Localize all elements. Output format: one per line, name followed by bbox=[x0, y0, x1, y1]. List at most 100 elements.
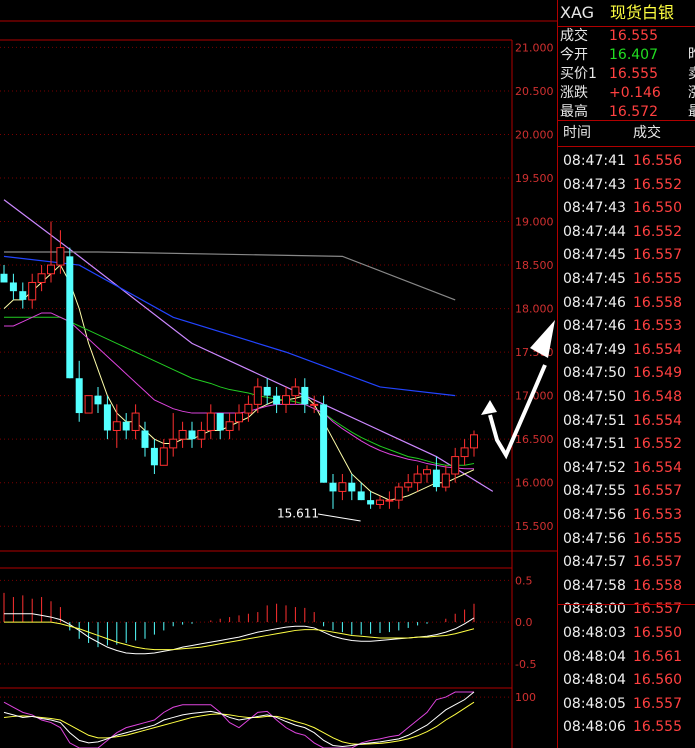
tick-time: 08:48:03 bbox=[563, 625, 626, 641]
macd-tick-label: 0.5 bbox=[515, 574, 533, 587]
quote-clipped-label: 卖 bbox=[688, 65, 695, 84]
tick-time: 08:47:45 bbox=[563, 247, 626, 264]
tick-row: 08:47:57 16.557 bbox=[557, 551, 695, 574]
quote-row: 今开 16.407 昨 bbox=[557, 46, 695, 65]
trend-line bbox=[3, 199, 494, 492]
candle-body bbox=[122, 421, 130, 431]
symbol-code: XAG bbox=[560, 3, 595, 22]
tick-row: 08:47:46 16.558 bbox=[557, 292, 695, 315]
quote-clipped-label: 涨 bbox=[688, 84, 695, 103]
candle-body bbox=[47, 264, 55, 275]
macd-tick-label: 0.0 bbox=[515, 616, 533, 629]
tick-price: 16.556 bbox=[633, 153, 682, 169]
quote-clipped-label: 昨 bbox=[688, 46, 695, 65]
y-tick-label: 15.500 bbox=[515, 520, 554, 533]
tick-price: 16.557 bbox=[633, 247, 682, 264]
tick-price: 16.552 bbox=[633, 436, 682, 453]
candle-body bbox=[310, 403, 319, 406]
kdj-k-line bbox=[3, 691, 475, 747]
candle-body bbox=[84, 395, 93, 414]
quote-label: 成交 bbox=[560, 28, 588, 44]
tick-row: 08:47:44 16.552 bbox=[557, 221, 695, 244]
candle-body bbox=[141, 430, 149, 448]
candle-body bbox=[404, 482, 413, 488]
candle-body bbox=[320, 404, 328, 483]
tick-time: 08:48:06 bbox=[563, 719, 626, 736]
tick-header: 时间 成交 bbox=[557, 122, 695, 145]
ma-line bbox=[3, 264, 475, 501]
tick-price: 16.557 bbox=[633, 601, 682, 618]
tick-price: 16.557 bbox=[633, 695, 682, 712]
tick-time: 08:47:51 bbox=[563, 412, 626, 429]
tick-time: 08:47:55 bbox=[563, 483, 626, 500]
tick-price-header: 成交 bbox=[633, 125, 661, 141]
y-tick-label: 19.500 bbox=[515, 172, 554, 185]
macd-tick-label: -0.5 bbox=[515, 658, 536, 671]
candle-body bbox=[460, 447, 469, 458]
tick-time: 08:47:46 bbox=[563, 294, 626, 311]
tick-time: 08:48:05 bbox=[563, 695, 626, 712]
y-tick-label: 16.500 bbox=[515, 433, 554, 446]
candle-body bbox=[338, 482, 347, 492]
candle-body bbox=[348, 482, 356, 492]
candle-body bbox=[273, 395, 281, 405]
y-tick-label: 21.000 bbox=[515, 41, 554, 54]
tick-row: 08:47:50 16.549 bbox=[557, 362, 695, 385]
tick-row: 08:48:05 16.557 bbox=[557, 693, 695, 716]
tick-price: 16.553 bbox=[633, 318, 682, 335]
candle-body bbox=[56, 247, 65, 266]
quote-value: +0.146 bbox=[609, 85, 661, 101]
macd-dea-line bbox=[4, 621, 475, 651]
tick-price: 16.558 bbox=[633, 577, 682, 594]
candle-body bbox=[235, 412, 243, 423]
tick-price: 16.555 bbox=[633, 530, 682, 547]
tick-row: 08:47:43 16.552 bbox=[557, 174, 695, 197]
tick-row: 08:47:51 16.554 bbox=[557, 410, 695, 433]
quote-label: 今开 bbox=[560, 47, 588, 63]
tick-price: 16.554 bbox=[633, 412, 682, 429]
candle-body bbox=[225, 421, 234, 431]
candle-body bbox=[291, 386, 300, 397]
candle-body bbox=[37, 273, 46, 283]
price-chart[interactable]: 21.000 20.500 20.000 19.500 19.000 18.500 18.0… bbox=[0, 0, 557, 748]
tick-price: 16.558 bbox=[633, 294, 682, 311]
symbol-header: XAG 现货白银 bbox=[557, 0, 695, 26]
kdj-tick-label: 100 bbox=[515, 691, 536, 704]
tick-time: 08:47:46 bbox=[563, 318, 626, 335]
quote-panel: XAG 现货白银 成交 16.555 今开 16.407 昨买价1 16.555 卖涨跌 +0… bbox=[557, 0, 695, 748]
tick-time: 08:48:00 bbox=[563, 601, 626, 618]
tick-time: 08:48:04 bbox=[563, 648, 626, 665]
tick-time: 08:47:50 bbox=[563, 389, 626, 405]
symbol-name: 现货白银 bbox=[610, 3, 675, 22]
tick-price: 16.557 bbox=[633, 483, 682, 500]
candle-body bbox=[75, 378, 83, 414]
tick-row: 08:48:00 16.557 bbox=[557, 598, 695, 621]
candle-body bbox=[159, 447, 168, 466]
candle-body bbox=[131, 412, 140, 431]
tick-time: 08:47:49 bbox=[563, 341, 626, 358]
tick-price: 16.550 bbox=[633, 625, 682, 641]
tick-time: 08:47:57 bbox=[563, 554, 626, 571]
y-tick-label: 20.500 bbox=[515, 85, 554, 98]
candle-body bbox=[367, 500, 375, 505]
tick-time: 08:47:51 bbox=[563, 436, 626, 453]
candle-body bbox=[112, 421, 121, 431]
tick-time: 08:47:56 bbox=[563, 530, 626, 547]
candle-body bbox=[9, 282, 17, 292]
candle-body bbox=[28, 281, 37, 301]
low-price-label: 15.611 bbox=[277, 507, 319, 521]
tick-time: 08:47:56 bbox=[563, 507, 626, 523]
tick-price: 16.552 bbox=[633, 176, 682, 193]
tick-row: 08:47:45 16.555 bbox=[557, 268, 695, 291]
quote-value: 16.407 bbox=[609, 47, 658, 63]
tick-time: 08:48:04 bbox=[563, 672, 626, 689]
candle-body bbox=[178, 429, 187, 440]
candle-body bbox=[385, 499, 394, 502]
tick-time: 08:47:44 bbox=[563, 223, 626, 240]
tick-price: 16.560 bbox=[633, 672, 682, 689]
tick-row: 08:47:43 16.550 bbox=[557, 197, 695, 220]
candle-body bbox=[253, 386, 262, 405]
tick-row: 08:48:06 16.555 bbox=[557, 716, 695, 739]
annotation-arrowhead bbox=[481, 400, 497, 415]
quote-label: 买价1 bbox=[560, 66, 597, 82]
